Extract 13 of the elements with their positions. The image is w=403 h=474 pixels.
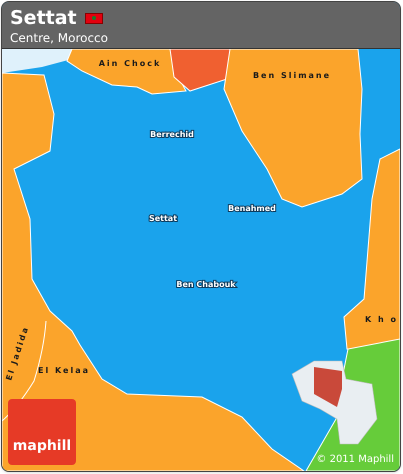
region-label: El Kelaa bbox=[38, 366, 90, 375]
region-label: Ben Slimane bbox=[252, 71, 332, 80]
logo-text: maphill bbox=[12, 437, 72, 456]
map-subtitle: Centre, Morocco bbox=[10, 30, 109, 46]
town-label: Ben Chabouk bbox=[176, 280, 236, 289]
town-label: Benahmed bbox=[228, 204, 276, 213]
town-label: Berrechid bbox=[150, 130, 194, 139]
map-title: Settat bbox=[10, 6, 77, 30]
region-label: K h o bbox=[365, 315, 398, 324]
region-label: Ain Chock bbox=[98, 59, 162, 68]
flag-icon bbox=[84, 12, 103, 24]
copyright-text: © 2011 Maphill bbox=[316, 453, 394, 467]
town-label: Settat bbox=[148, 214, 178, 223]
